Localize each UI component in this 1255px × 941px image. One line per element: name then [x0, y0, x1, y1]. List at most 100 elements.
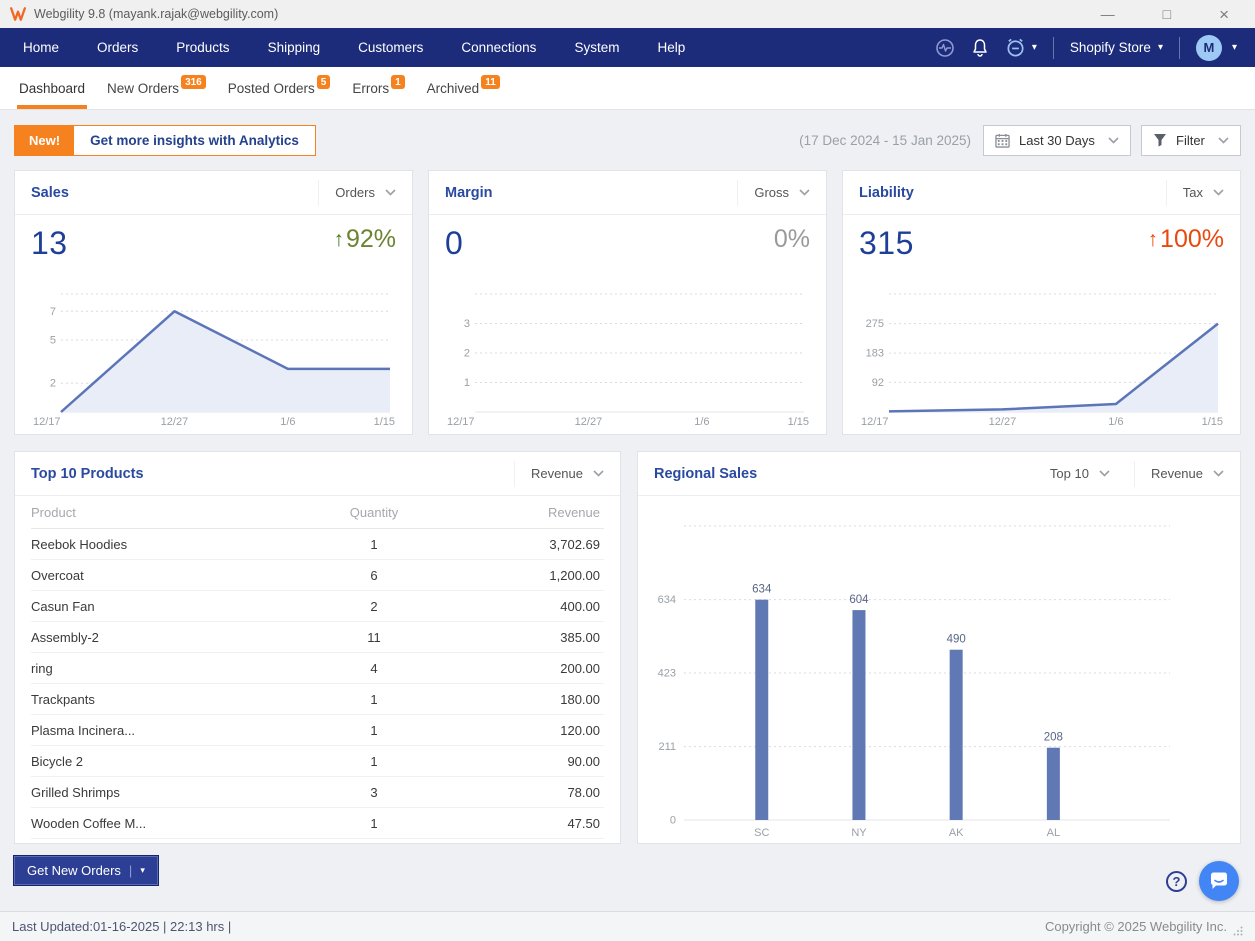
svg-text:3: 3 — [464, 318, 470, 330]
get-new-orders-button[interactable]: Get New Orders | ▾ — [14, 856, 158, 885]
liability-chart: 2751839212/1712/271/61/15 — [859, 286, 1224, 428]
svg-text:1/15: 1/15 — [1202, 416, 1223, 428]
analytics-banner[interactable]: New! Get more insights with Analytics — [14, 125, 316, 156]
regional-count-selector[interactable]: Top 10 — [1034, 461, 1110, 487]
quantity-cell: 3 — [284, 785, 464, 800]
quantity-cell: 6 — [284, 568, 464, 583]
svg-text:423: 423 — [658, 668, 676, 680]
table-row: ring4200.00 — [31, 653, 604, 684]
regional-metric-selector[interactable]: Revenue — [1134, 461, 1224, 487]
table-row: Casun Fan2400.00 — [31, 591, 604, 622]
product-cell: Trackpants — [31, 692, 284, 707]
store-caret-icon: ▾ — [1158, 42, 1163, 53]
svg-text:208: 208 — [1044, 732, 1063, 744]
nav-item-shipping[interactable]: Shipping — [249, 28, 340, 67]
filter-selector[interactable]: Filter — [1141, 125, 1241, 156]
account-caret-icon[interactable]: ▾ — [1232, 42, 1237, 53]
nav-item-system[interactable]: System — [555, 28, 638, 67]
tab-label: Errors — [352, 81, 389, 96]
svg-text:5: 5 — [50, 335, 56, 347]
status-bar: Last Updated:01-16-2025 | 22:13 hrs | Co… — [0, 911, 1255, 941]
dashboard-content: New! Get more insights with Analytics (1… — [0, 110, 1255, 911]
calendar-icon — [995, 133, 1010, 148]
help-icon[interactable]: ? — [1166, 871, 1187, 892]
nav-divider — [1179, 37, 1180, 59]
window-title: Webgility 9.8 (mayank.rajak@webgility.co… — [34, 7, 278, 21]
top-products-metric-selector[interactable]: Revenue — [514, 461, 604, 487]
liability-metric-selector[interactable]: Tax — [1166, 180, 1224, 206]
svg-text:211: 211 — [658, 741, 676, 753]
tab-badge: 316 — [181, 75, 206, 89]
sales-change-value: 92% — [346, 225, 396, 254]
filter-selector-label: Filter — [1176, 133, 1205, 148]
top-products-header: ProductQuantityRevenue — [31, 496, 604, 529]
revenue-cell: 90.00 — [464, 754, 604, 769]
nav-item-customers[interactable]: Customers — [339, 28, 442, 67]
resize-grip[interactable] — [1233, 926, 1243, 936]
sales-value: 13 — [31, 225, 68, 262]
scheduler-alarm-icon[interactable]: ▾ — [1005, 37, 1037, 58]
nav-item-products[interactable]: Products — [157, 28, 248, 67]
tab-errors[interactable]: Errors1 — [350, 71, 406, 109]
tab-bar: Dashboard New Orders316 Posted Orders5 Erro… — [0, 67, 1255, 110]
period-selector[interactable]: Last 30 Days — [983, 125, 1131, 156]
product-cell: Plasma Incinera... — [31, 723, 284, 738]
tab-archived[interactable]: Archived11 — [425, 71, 502, 109]
margin-chart: 32112/1712/271/61/15 — [445, 286, 810, 428]
avatar[interactable]: M — [1196, 35, 1222, 61]
product-cell: Overcoat — [31, 568, 284, 583]
regional-metric-label: Revenue — [1151, 466, 1203, 481]
table-row: Reebok Hoodies13,702.69 — [31, 529, 604, 560]
close-button[interactable]: × — [1219, 6, 1229, 23]
svg-text:1/6: 1/6 — [1108, 416, 1123, 428]
svg-text:2: 2 — [464, 348, 470, 360]
svg-text:12/17: 12/17 — [33, 416, 61, 428]
liability-value: 315 — [859, 225, 914, 262]
product-cell: Reebok Hoodies — [31, 537, 284, 552]
tab-posted-orders[interactable]: Posted Orders5 — [226, 71, 333, 109]
maximize-button[interactable]: □ — [1163, 7, 1171, 21]
nav-item-orders[interactable]: Orders — [78, 28, 157, 67]
margin-card-title: Margin — [445, 185, 493, 201]
copyright-label: Copyright © 2025 Webgility Inc. — [1045, 919, 1227, 934]
svg-text:634: 634 — [752, 584, 772, 596]
notifications-bell-icon[interactable] — [971, 38, 989, 58]
margin-value: 0 — [445, 225, 463, 262]
revenue-cell: 78.00 — [464, 785, 604, 800]
last-updated-label: Last Updated:01-16-2025 | 22:13 hrs | — [12, 919, 231, 934]
quantity-cell: 1 — [284, 816, 464, 831]
quantity-cell: 2 — [284, 599, 464, 614]
tab-badge: 1 — [391, 75, 405, 89]
tab-label: Posted Orders — [228, 81, 315, 96]
minimize-button[interactable]: — — [1101, 7, 1115, 21]
product-cell: Grilled Shrimps — [31, 785, 284, 800]
filter-funnel-icon — [1153, 133, 1167, 147]
chat-bubble-icon[interactable] — [1199, 861, 1239, 901]
table-row: Trackpants1180.00 — [31, 684, 604, 715]
column-header-revenue: Revenue — [464, 505, 604, 520]
svg-text:604: 604 — [849, 594, 869, 606]
table-row: Plasma Incinera...1120.00 — [31, 715, 604, 746]
liability-change: ↑ 100% — [1148, 225, 1224, 254]
quantity-cell: 4 — [284, 661, 464, 676]
tab-dashboard[interactable]: Dashboard — [17, 71, 87, 109]
regional-sales-title: Regional Sales — [654, 466, 757, 482]
regional-sales-card: Regional Sales Top 10 Revenue 0211423634… — [637, 451, 1241, 844]
svg-text:SC: SC — [754, 827, 769, 839]
date-range-label: (17 Dec 2024 - 15 Jan 2025) — [799, 133, 971, 148]
margin-metric-selector[interactable]: Gross — [737, 180, 810, 206]
activity-pulse-icon[interactable] — [935, 38, 955, 58]
tab-new-orders[interactable]: New Orders316 — [105, 71, 208, 109]
chevron-down-icon — [1213, 470, 1224, 477]
nav-item-connections[interactable]: Connections — [442, 28, 555, 67]
svg-text:1/6: 1/6 — [694, 416, 709, 428]
sales-metric-selector[interactable]: Orders — [318, 180, 396, 206]
titlebar: Webgility 9.8 (mayank.rajak@webgility.co… — [0, 0, 1255, 28]
svg-text:2: 2 — [50, 378, 56, 390]
nav-item-help[interactable]: Help — [638, 28, 704, 67]
liability-card: Liability Tax 315 ↑ 100% 2751839212/1 — [842, 170, 1241, 435]
store-selector[interactable]: Shopify Store ▾ — [1070, 40, 1163, 55]
revenue-cell: 200.00 — [464, 661, 604, 676]
table-row: Assembly-211385.00 — [31, 622, 604, 653]
nav-item-home[interactable]: Home — [4, 28, 78, 67]
